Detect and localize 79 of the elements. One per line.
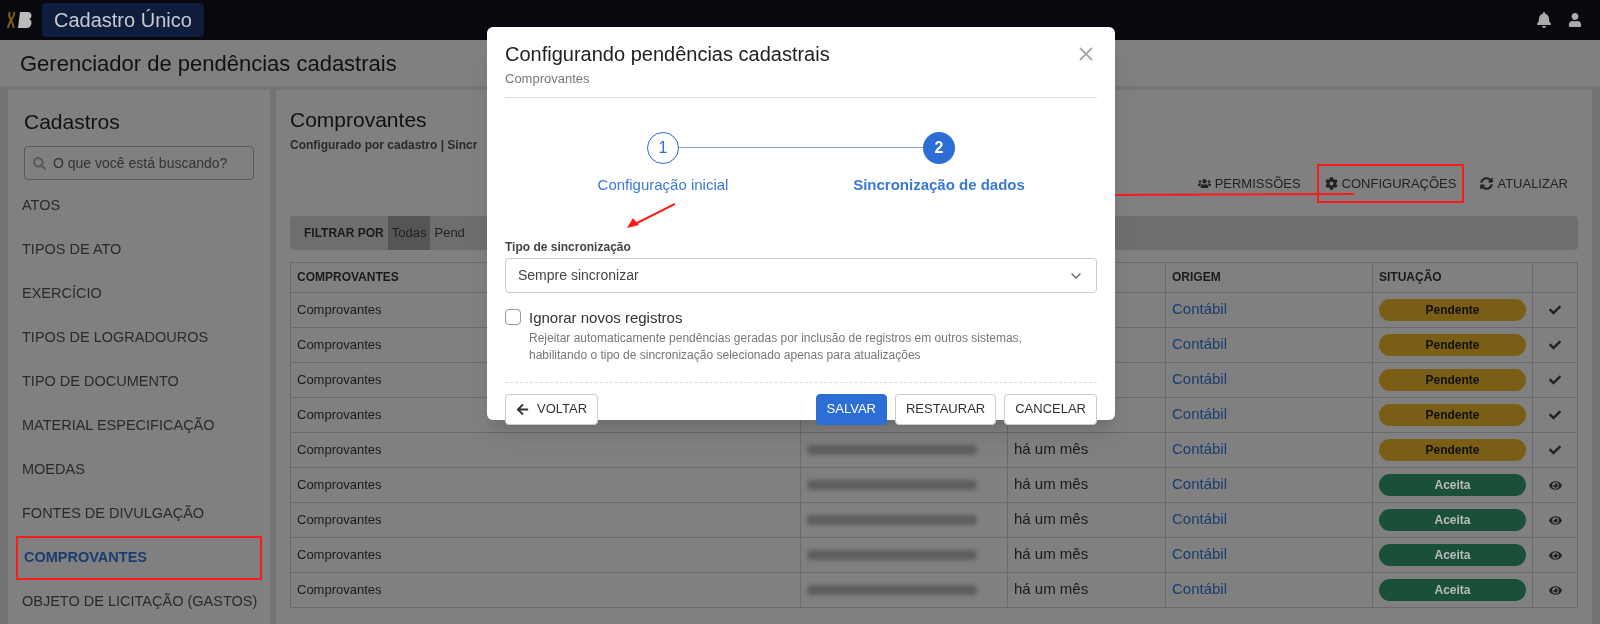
step-label: Configuração inicial [597, 174, 729, 195]
arrow-left-icon [516, 402, 529, 416]
sidebar-item[interactable]: OBJETO DE LICITAÇÃO (GASTOS) [16, 581, 264, 622]
column-header: SITUAÇÃO [1372, 262, 1533, 292]
sidebar-item[interactable]: ATOS [16, 185, 67, 226]
refresh-icon [1480, 177, 1494, 190]
status-badge: Aceita [1379, 473, 1526, 496]
search-icon [33, 156, 46, 170]
dialog-button[interactable]: SALVAR [815, 393, 887, 425]
table-cell: Comprovantes [290, 572, 801, 607]
bell-icon[interactable] [1536, 12, 1552, 28]
status-badge: Pendente [1379, 368, 1526, 391]
users-icon [1197, 177, 1211, 190]
sidebar-item[interactable]: TIPO DE DOCUMENTO [16, 361, 185, 402]
status-badge: Pendente [1379, 403, 1526, 426]
table-cell: há um mês [1014, 580, 1089, 598]
check-icon[interactable] [1549, 304, 1561, 317]
sidebar-item[interactable]: EXERCÍCIO [16, 273, 108, 314]
user-icon[interactable] [1568, 13, 1582, 27]
table-cell: Comprovantes [290, 537, 801, 572]
check-icon[interactable] [1549, 374, 1561, 387]
origin-link[interactable]: Contábil [1172, 475, 1228, 493]
toolbar-button[interactable]: ATUALIZAR [1476, 167, 1572, 200]
table-cell: Comprovantes [290, 432, 801, 467]
table-cell: Comprovantes [290, 467, 801, 502]
toolbar-button[interactable]: PERMISSÕES [1193, 167, 1305, 200]
column-header: ORIGEM [1165, 262, 1373, 292]
step-label: Sincronização de dados [853, 174, 1025, 195]
status-badge: Aceita [1379, 543, 1526, 566]
section-subtitle: Configurado por cadastro | Sincr [290, 136, 478, 154]
settings-icon [1324, 177, 1338, 190]
check-icon[interactable] [1549, 409, 1561, 422]
sidebar-item[interactable]: FONTES DE DIVULGAÇÃO [16, 493, 211, 534]
origin-link[interactable]: Contábil [1172, 440, 1228, 458]
checkbox[interactable] [505, 309, 521, 325]
status-badge: Pendente [1379, 298, 1526, 321]
sidebar-item[interactable]: TIPOS DE ATO [16, 229, 128, 270]
app-name[interactable]: Cadastro Único [42, 3, 204, 37]
sidebar-item[interactable]: MATERIAL ESPECIFICAÇÃO [16, 405, 221, 446]
origin-link[interactable]: Contábil [1172, 580, 1228, 598]
status-badge: Pendente [1379, 438, 1526, 461]
table-cell: há um mês [1014, 545, 1089, 563]
back-button[interactable]: VOLTAR [505, 393, 599, 425]
status-badge: Pendente [1379, 333, 1526, 356]
origin-link[interactable]: Contábil [1172, 300, 1228, 318]
dialog-title: Configurando pendências cadastrais [505, 42, 830, 67]
toolbar-button[interactable]: CONFIGURAÇÕES [1320, 167, 1461, 200]
status-badge: Aceita [1379, 508, 1526, 531]
table-cell: há um mês [1014, 510, 1089, 528]
eye-icon[interactable] [1548, 583, 1562, 597]
checkbox-label: Ignorar novos registros [529, 308, 684, 328]
table-cell: há um mês [1014, 440, 1089, 458]
origin-link[interactable]: Contábil [1172, 405, 1228, 423]
check-icon[interactable] [1549, 444, 1561, 457]
sidebar-item[interactable]: TIPOS DE LOGRADOUROS [16, 317, 215, 358]
origin-link[interactable]: Contábil [1172, 545, 1228, 563]
dialog-button[interactable]: CANCELAR [1004, 393, 1097, 425]
eye-icon[interactable] [1548, 513, 1562, 527]
dialog-subtitle: Comprovantes [505, 70, 591, 88]
sidebar-title: Cadastros [23, 109, 121, 135]
origin-link[interactable]: Contábil [1172, 510, 1228, 528]
page-title: Gerenciador de pendências cadastrais [20, 49, 397, 78]
origin-link[interactable]: Contábil [1172, 335, 1228, 353]
table-cell: Comprovantes [290, 502, 801, 537]
field-label: Tipo de sincronização [505, 239, 631, 256]
search-field[interactable]: O que você está buscando? [24, 145, 254, 180]
eye-icon[interactable] [1548, 478, 1562, 492]
eye-icon[interactable] [1548, 548, 1562, 562]
filter-label: FILTRAR POR [304, 224, 384, 242]
origin-link[interactable]: Contábil [1172, 370, 1228, 388]
dialog-button[interactable]: RESTAURAR [895, 393, 997, 425]
check-icon[interactable] [1549, 339, 1561, 352]
sidebar-item[interactable]: COMPROVANTES [18, 537, 260, 578]
table-cell: há um mês [1014, 475, 1089, 493]
arrow [627, 203, 675, 229]
sync-type-select[interactable]: Sempre sincronizar [505, 258, 1097, 293]
status-badge: Aceita [1379, 578, 1526, 601]
sidebar-item[interactable]: MOEDAS [16, 449, 91, 490]
section-title: Comprovantes [290, 107, 427, 133]
